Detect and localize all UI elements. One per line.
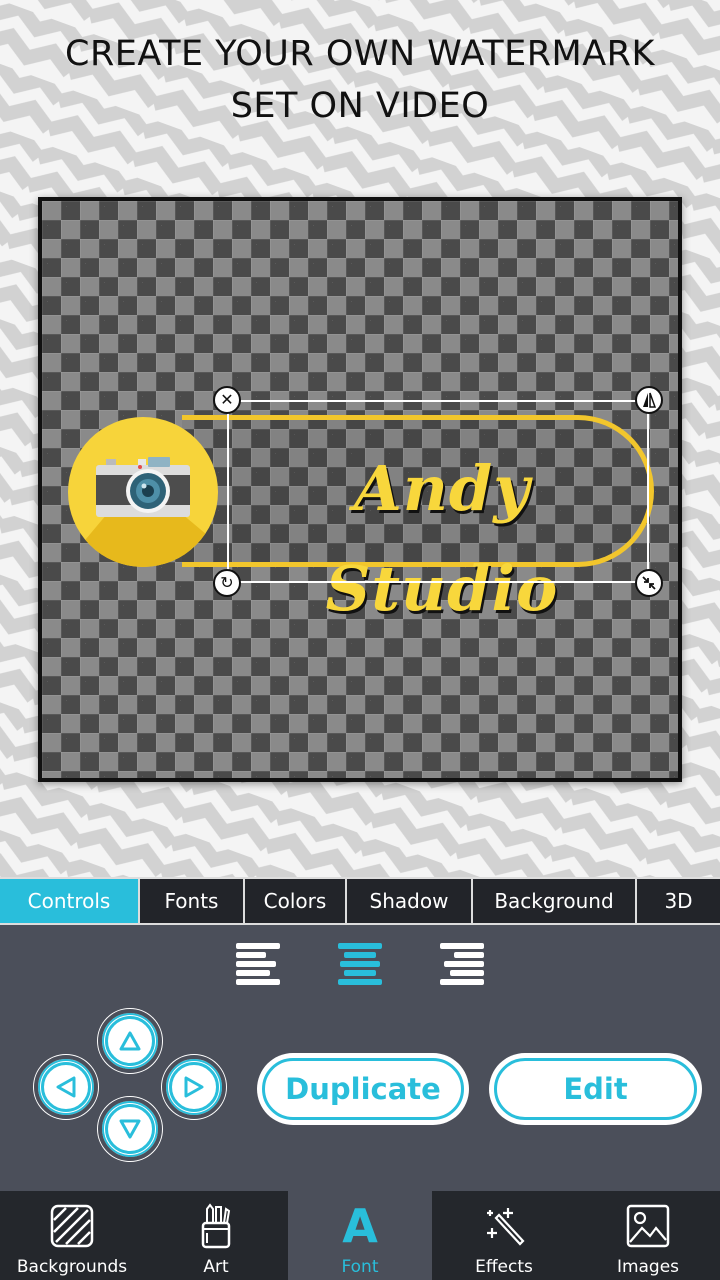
headline-line-1: CREATE YOUR OWN WATERMARK: [65, 34, 655, 74]
tab-controls[interactable]: Controls: [0, 879, 140, 923]
selection-box[interactable]: [227, 400, 649, 583]
align-right-icon: [440, 943, 486, 985]
watermark-badge[interactable]: [68, 417, 218, 567]
backgrounds-icon: [49, 1203, 95, 1249]
tab-colors[interactable]: Colors: [245, 879, 347, 923]
move-left-button[interactable]: [34, 1055, 98, 1119]
resize-icon: [642, 576, 656, 590]
close-icon: ✕: [220, 390, 234, 409]
tab-fonts[interactable]: Fonts: [140, 879, 245, 923]
nav-label-backgrounds: Backgrounds: [16, 1257, 128, 1277]
nav-effects[interactable]: Effects: [432, 1191, 576, 1280]
align-left-button[interactable]: [236, 943, 282, 987]
flip-handle[interactable]: [635, 386, 663, 414]
controls-panel: Duplicate Edit: [0, 925, 720, 1191]
duplicate-label: Duplicate: [285, 1072, 441, 1106]
camera-icon: [96, 457, 190, 517]
tab-background[interactable]: Background: [473, 879, 637, 923]
tab-bar: Controls Fonts Colors Shadow Background …: [0, 877, 720, 925]
video-canvas[interactable]: Andy Studio ✕ ↻: [38, 197, 682, 782]
nav-label-effects: Effects: [475, 1257, 533, 1277]
align-right-button[interactable]: [440, 943, 486, 987]
align-center-button[interactable]: [338, 943, 384, 987]
flip-icon: [643, 392, 656, 408]
nav-label-art: Art: [203, 1257, 229, 1277]
nav-label-images: Images: [616, 1257, 680, 1277]
edit-label: Edit: [563, 1072, 628, 1106]
bottom-nav: Backgrounds Art A Font Effects Images: [0, 1191, 720, 1280]
align-center-icon: [338, 943, 384, 985]
nav-backgrounds[interactable]: Backgrounds: [0, 1191, 144, 1280]
font-icon: A: [342, 1199, 378, 1253]
delete-handle[interactable]: ✕: [213, 386, 241, 414]
duplicate-button[interactable]: Duplicate: [257, 1053, 469, 1125]
rotate-icon: ↻: [220, 573, 234, 592]
magic-wand-icon: [481, 1203, 527, 1249]
headline: CREATE YOUR OWN WATERMARK SET ON VIDEO: [0, 28, 720, 132]
edit-button[interactable]: Edit: [489, 1053, 702, 1125]
rotate-handle[interactable]: ↻: [213, 569, 241, 597]
move-up-button[interactable]: [98, 1009, 162, 1073]
nav-art[interactable]: Art: [144, 1191, 288, 1280]
nav-images[interactable]: Images: [576, 1191, 720, 1280]
nav-label-font: Font: [341, 1257, 379, 1277]
tab-3d[interactable]: 3D: [637, 879, 720, 923]
resize-handle[interactable]: [635, 569, 663, 597]
image-icon: [625, 1203, 671, 1249]
nav-font[interactable]: A Font: [288, 1191, 432, 1280]
headline-line-2: SET ON VIDEO: [230, 86, 490, 126]
move-down-button[interactable]: [98, 1097, 162, 1161]
tab-shadow[interactable]: Shadow: [347, 879, 473, 923]
align-left-icon: [236, 943, 282, 985]
move-right-button[interactable]: [162, 1055, 226, 1119]
art-icon: [193, 1203, 239, 1249]
